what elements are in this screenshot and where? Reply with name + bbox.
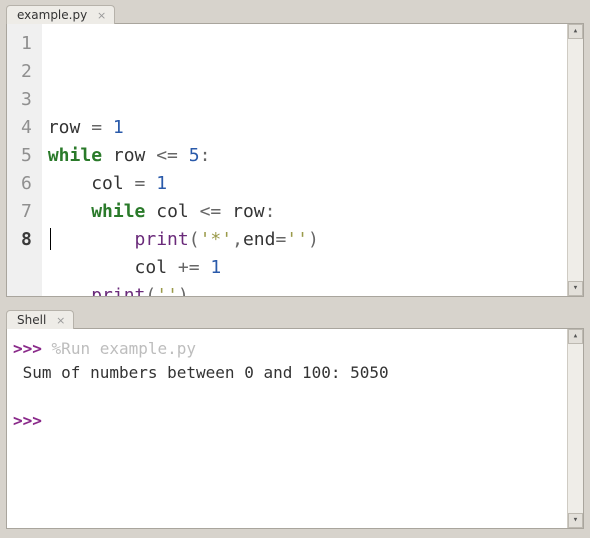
code-line: col += 1 <box>48 254 579 282</box>
shell-tab[interactable]: Shell × <box>6 310 74 329</box>
shell-prompt: >>> <box>13 339 42 358</box>
shell-scrollbar[interactable]: ▴ ▾ <box>567 329 583 528</box>
shell-tab-label: Shell <box>17 313 46 327</box>
code-line: while row <= 5: <box>48 142 579 170</box>
shell-panel: Shell × >>> %Run example.py Sum of numbe… <box>6 309 584 532</box>
line-number: 4 <box>21 114 32 142</box>
editor-scrollbar[interactable]: ▴ ▾ <box>567 24 583 296</box>
code-line: while col <= row: <box>48 198 579 226</box>
editor-pane: 12345678 row = 1while row <= 5: col = 1 … <box>6 23 584 297</box>
editor-tab[interactable]: example.py × <box>6 5 115 24</box>
shell-output-line: Sum of numbers between 0 and 100: 5050 <box>13 363 389 382</box>
line-number: 6 <box>21 170 32 198</box>
scroll-up-icon[interactable]: ▴ <box>568 24 583 39</box>
scroll-up-icon[interactable]: ▴ <box>568 329 583 344</box>
code-line: col = 1 <box>48 170 579 198</box>
shell-prompt: >>> <box>13 411 42 430</box>
line-number: 2 <box>21 58 32 86</box>
line-number: 7 <box>21 198 32 226</box>
code-editor[interactable]: row = 1while row <= 5: col = 1 while col… <box>42 24 583 296</box>
editor-panel: example.py × 12345678 row = 1while row <… <box>6 4 584 300</box>
shell-pane: >>> %Run example.py Sum of numbers betwe… <box>6 328 584 529</box>
shell-run-command: %Run example.py <box>52 339 197 358</box>
scroll-down-icon[interactable]: ▾ <box>568 513 583 528</box>
line-number: 8 <box>21 226 32 254</box>
scroll-down-icon[interactable]: ▾ <box>568 281 583 296</box>
code-line: print('*',end='') <box>48 226 579 254</box>
close-icon[interactable]: × <box>97 9 106 22</box>
code-line: print('') <box>48 282 579 297</box>
editor-tab-label: example.py <box>17 8 87 22</box>
text-cursor <box>50 228 51 250</box>
line-number: 3 <box>21 86 32 114</box>
line-number: 1 <box>21 30 32 58</box>
shell-output[interactable]: >>> %Run example.py Sum of numbers betwe… <box>7 329 583 441</box>
line-number: 5 <box>21 142 32 170</box>
code-line: row = 1 <box>48 114 579 142</box>
close-icon[interactable]: × <box>56 314 65 327</box>
line-number-gutter: 12345678 <box>7 24 42 296</box>
